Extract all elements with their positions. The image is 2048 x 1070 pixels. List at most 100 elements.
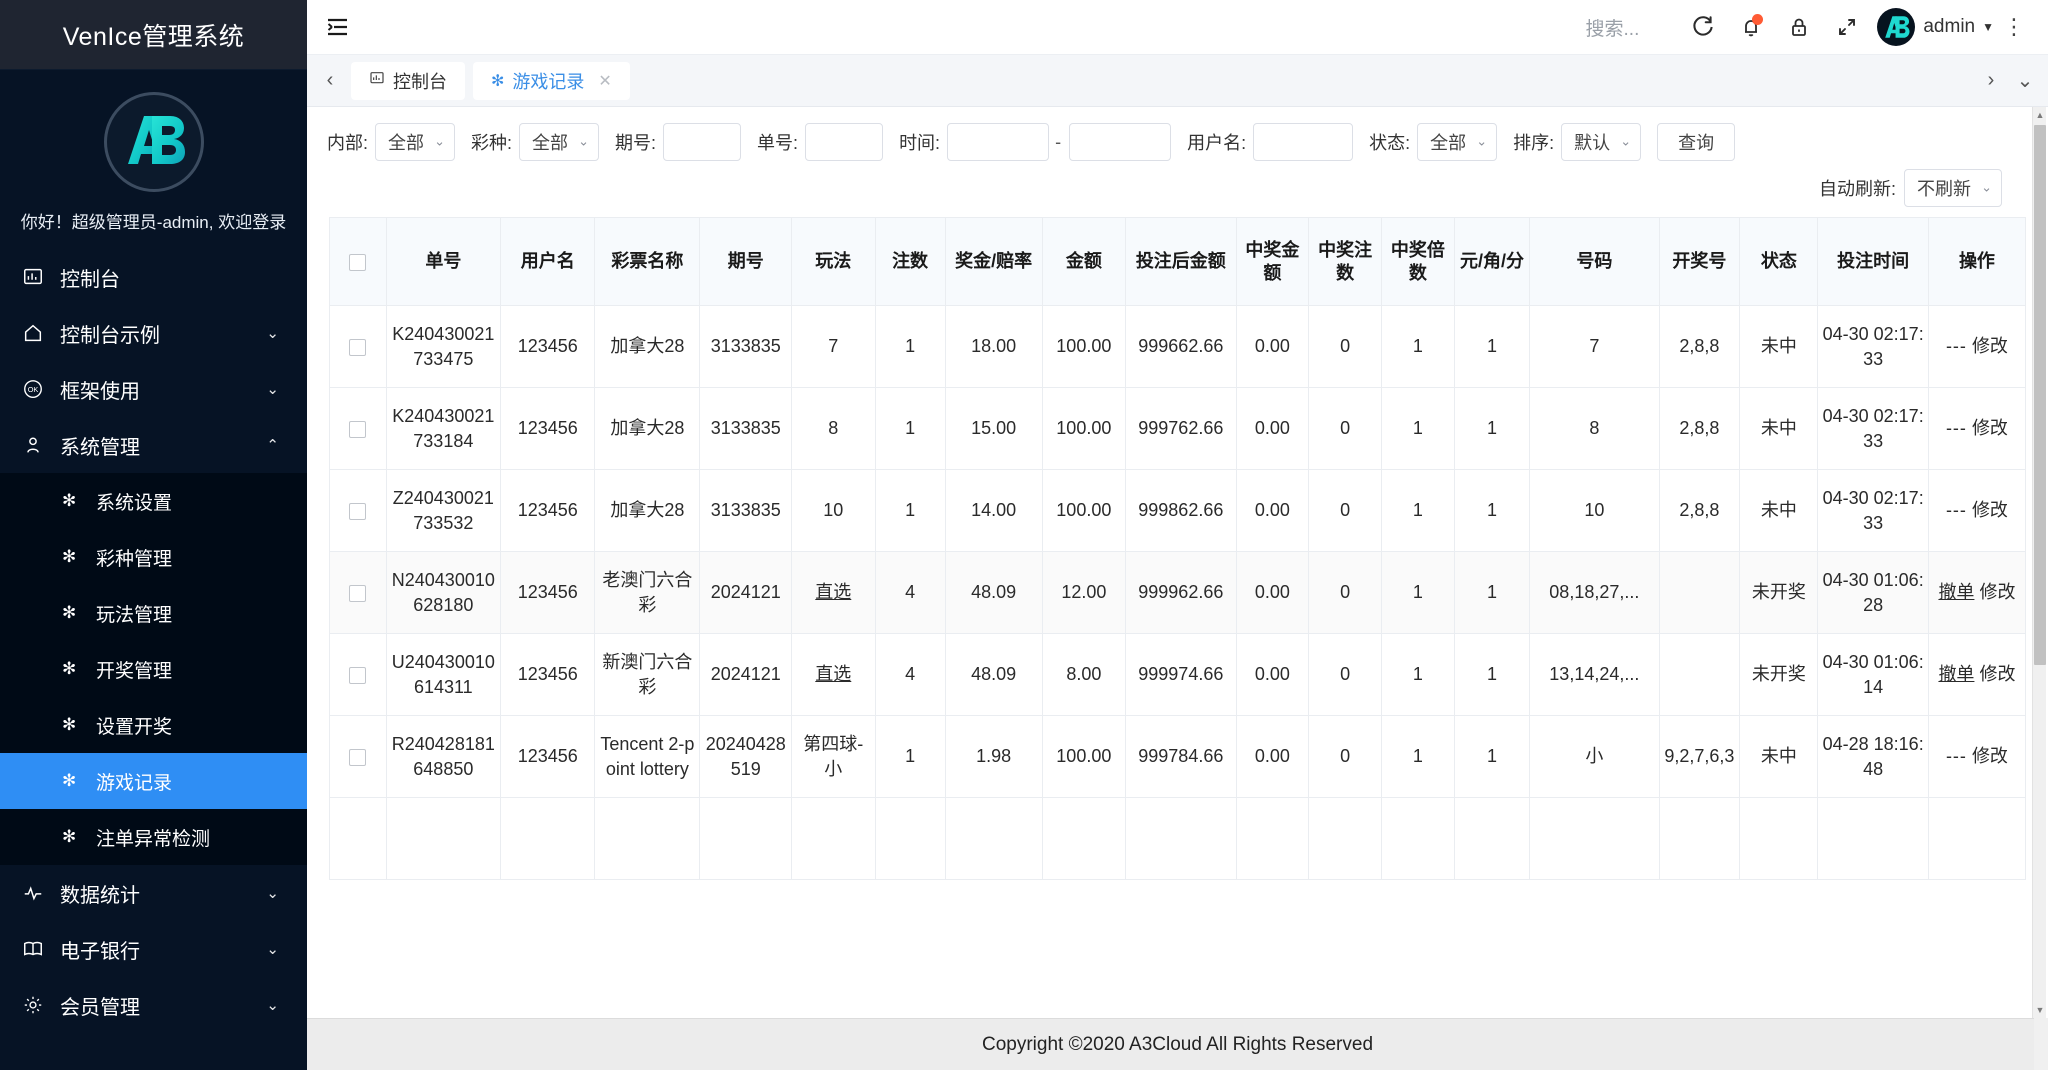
cell-win-amount: 0.00 — [1236, 634, 1309, 716]
sidebar-item-order-anomaly[interactable]: ✻ 注单异常检测 — [0, 809, 307, 865]
scroll-up-icon[interactable]: ▲ — [2033, 107, 2047, 123]
row-checkbox[interactable] — [349, 503, 366, 520]
lock-icon[interactable] — [1775, 0, 1823, 55]
edit-button[interactable]: 修改 — [1979, 582, 2015, 602]
table-row[interactable]: R240428181648850 123456 Tencent 2-point … — [330, 716, 2026, 798]
header-lottery-name[interactable]: 彩票名称 — [595, 218, 700, 306]
header-balance-after[interactable]: 投注后金额 — [1126, 218, 1236, 306]
cell-win-amount: 0.00 — [1236, 306, 1309, 388]
row-checkbox[interactable] — [349, 421, 366, 438]
scroll-down-icon[interactable]: ▼ — [2033, 1002, 2047, 1018]
header-win-amount[interactable]: 中奖金额 — [1236, 218, 1309, 306]
edit-button[interactable]: 修改 — [1972, 336, 2008, 356]
row-checkbox[interactable] — [349, 585, 366, 602]
fullscreen-icon[interactable] — [1823, 0, 1871, 55]
header-order-no[interactable]: 单号 — [386, 218, 501, 306]
autorefresh-select[interactable]: 不刷新 ⌄ — [1904, 169, 2002, 207]
search-input[interactable]: 搜索... — [1586, 14, 1680, 41]
cancel-order-button[interactable]: 撤单 — [1938, 664, 1974, 684]
header-numbers[interactable]: 号码 — [1530, 218, 1659, 306]
content-scrollbar[interactable]: ▲ ▼ — [2032, 107, 2046, 1018]
tab-label: 控制台 — [393, 68, 447, 94]
status-select[interactable]: 全部 ⌄ — [1417, 123, 1497, 161]
cell-lottery-name: 加拿大28 — [595, 470, 700, 552]
header-amount[interactable]: 金额 — [1042, 218, 1126, 306]
sidebar-item-dashboard[interactable]: 控制台 — [0, 249, 307, 305]
tab-game-records[interactable]: ✻ 游戏记录 ✕ — [473, 62, 630, 100]
table-row[interactable]: K240430021733475 123456 加拿大28 3133835 7 … — [330, 306, 2026, 388]
user-menu[interactable]: admin ▼ — [1923, 16, 1994, 38]
collapse-menu-icon[interactable] — [307, 0, 367, 55]
header-bets[interactable]: 注数 — [875, 218, 945, 306]
order-input[interactable] — [805, 123, 883, 161]
table-row[interactable]: K240430021733184 123456 加拿大28 3133835 8 … — [330, 388, 2026, 470]
play-link[interactable]: 直选 — [815, 582, 851, 602]
asterisk-icon: ✻ — [62, 491, 88, 511]
row-checkbox[interactable] — [349, 667, 366, 684]
cell-numbers — [1530, 798, 1659, 880]
table-row[interactable]: Z240430021733532 123456 加拿大28 3133835 10… — [330, 470, 2026, 552]
cell-period: 20240428519 — [700, 716, 792, 798]
header-unit[interactable]: 元/角/分 — [1454, 218, 1529, 306]
time-from-input[interactable] — [947, 123, 1049, 161]
header-username[interactable]: 用户名 — [501, 218, 595, 306]
sort-select[interactable]: 默认 ⌄ — [1561, 123, 1641, 161]
sidebar-item-set-draw[interactable]: ✻ 设置开奖 — [0, 697, 307, 753]
sidebar-item-member-management[interactable]: 会员管理 ⌄ — [0, 977, 307, 1033]
sidebar-item-ebank[interactable]: 电子银行 ⌄ — [0, 921, 307, 977]
cell-play: 10 — [792, 470, 876, 552]
internal-select[interactable]: 全部 ⌄ — [375, 123, 455, 161]
time-to-input[interactable] — [1069, 123, 1171, 161]
header-win-multiplier[interactable]: 中奖倍数 — [1382, 218, 1455, 306]
cell-play: 第四球-小 — [792, 716, 876, 798]
more-options-icon[interactable]: ⋮ — [1994, 14, 2034, 40]
select-all-checkbox[interactable] — [349, 254, 366, 271]
sidebar: VenIce管理系统 你好！超级管理员-admin, 欢迎登录 — [0, 0, 307, 1070]
tab-scroll-right-icon[interactable]: › — [1974, 55, 2008, 106]
lottery-select[interactable]: 全部 ⌄ — [519, 123, 599, 161]
tab-label: 游戏记录 — [512, 68, 584, 94]
query-button[interactable]: 查询 — [1657, 123, 1735, 161]
cancel-order-button[interactable]: 撤单 — [1938, 582, 1974, 602]
header-play[interactable]: 玩法 — [792, 218, 876, 306]
sidebar-item-play-management[interactable]: ✻ 玩法管理 — [0, 585, 307, 641]
sidebar-item-system-settings[interactable]: ✻ 系统设置 — [0, 473, 307, 529]
sidebar-item-draw-management[interactable]: ✻ 开奖管理 — [0, 641, 307, 697]
sidebar-item-statistics[interactable]: 数据统计 ⌄ — [0, 865, 307, 921]
sort-value: 默认 — [1574, 129, 1610, 155]
sidebar-item-lottery-management[interactable]: ✻ 彩种管理 — [0, 529, 307, 585]
table-row[interactable]: N240430010628180 123456 老澳门六合彩 2024121 直… — [330, 552, 2026, 634]
header-bet-time[interactable]: 投注时间 — [1818, 218, 1928, 306]
cell-numbers: 7 — [1530, 306, 1659, 388]
bell-icon[interactable] — [1727, 0, 1775, 55]
sidebar-item-framework[interactable]: OK 框架使用 ⌄ — [0, 361, 307, 417]
header-odds[interactable]: 奖金/赔率 — [945, 218, 1042, 306]
sidebar-item-dashboard-example[interactable]: 控制台示例 ⌄ — [0, 305, 307, 361]
header-operation[interactable]: 操作 — [1928, 218, 2025, 306]
chevron-down-icon: ⌄ — [266, 940, 279, 958]
scrollbar-thumb[interactable] — [2034, 125, 2046, 665]
close-icon[interactable]: ✕ — [598, 71, 611, 91]
sidebar-item-game-records[interactable]: ✻ 游戏记录 — [0, 753, 307, 809]
table-row[interactable] — [330, 798, 2026, 880]
period-input[interactable] — [663, 123, 741, 161]
edit-button[interactable]: 修改 — [1979, 664, 2015, 684]
play-link[interactable]: 直选 — [815, 664, 851, 684]
edit-button[interactable]: 修改 — [1972, 418, 2008, 438]
tab-scroll-left-icon[interactable]: ‹ — [313, 55, 347, 106]
tab-dropdown-icon[interactable]: ⌄ — [2008, 55, 2042, 106]
username-input[interactable] — [1253, 123, 1353, 161]
row-checkbox[interactable] — [349, 339, 366, 356]
edit-button[interactable]: 修改 — [1972, 500, 2008, 520]
header-period[interactable]: 期号 — [700, 218, 792, 306]
avatar[interactable] — [1877, 8, 1915, 46]
refresh-icon[interactable] — [1679, 0, 1727, 55]
edit-button[interactable]: 修改 — [1972, 746, 2008, 766]
table-row[interactable]: U240430010614311 123456 新澳门六合彩 2024121 直… — [330, 634, 2026, 716]
header-win-bets[interactable]: 中奖注数 — [1309, 218, 1382, 306]
row-checkbox[interactable] — [349, 749, 366, 766]
header-draw-no[interactable]: 开奖号 — [1659, 218, 1740, 306]
header-status[interactable]: 状态 — [1740, 218, 1818, 306]
tab-dashboard[interactable]: 控制台 — [351, 62, 465, 100]
sidebar-item-system-management[interactable]: 系统管理 ⌃ — [0, 417, 307, 473]
